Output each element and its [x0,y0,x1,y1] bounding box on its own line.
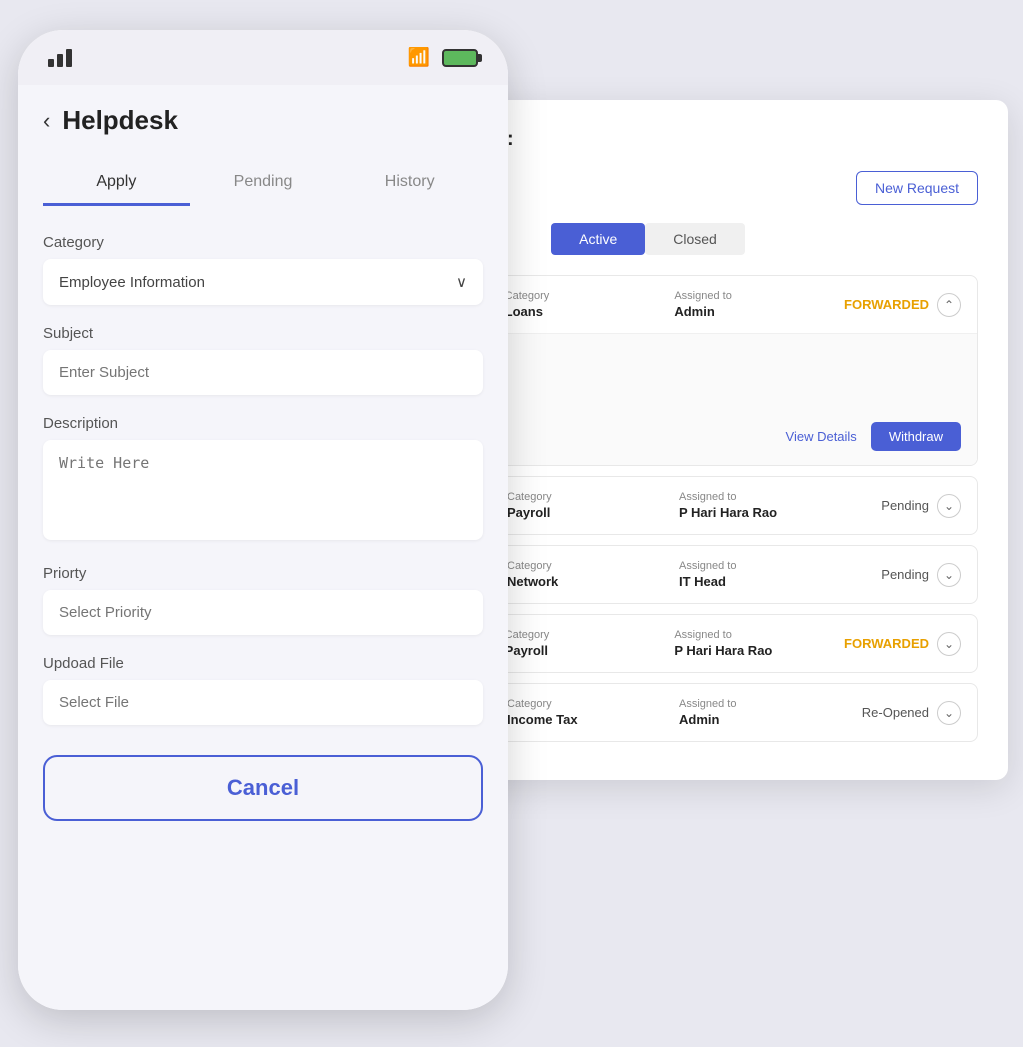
withdraw-button-155[interactable]: Withdraw [871,422,961,451]
tabs-container: Apply Pending History [43,161,483,206]
ticket-assigned-col-151: Assigned to Admin [679,698,841,727]
upload-label: Updoad File [43,655,483,672]
wifi-icon: 📶 [408,47,430,68]
expand-icon-152[interactable]: ⌄ [937,632,961,656]
tab-pending[interactable]: Pending [190,161,337,206]
page-title: Helpdesk [62,105,178,136]
ticket-category-col-153: Category Network [507,560,669,589]
view-details-link-155[interactable]: View Details [786,429,857,444]
status-badge-151: Re-Opened [862,705,929,720]
status-badge-153: Pending [881,567,929,582]
ticket-assigned-col-152: Assigned to P Hari Hara Rao [674,629,834,658]
tab-history[interactable]: History [336,161,483,206]
category-label: Category [43,234,483,251]
category-select[interactable]: Employee Information ∨ [43,259,483,305]
tab-apply[interactable]: Apply [43,161,190,206]
ticket-category-col-155: Category Loans [505,290,665,319]
expand-icon-154[interactable]: ⌄ [937,494,961,518]
phone-frame: 📶 ‹ Helpdesk Apply Pending History Categ… [18,30,508,1010]
toggle-closed-button[interactable]: Closed [645,223,745,255]
file-input[interactable] [43,680,483,725]
subject-section: Subject [43,325,483,395]
expand-icon-155[interactable]: ⌃ [937,293,961,317]
description-label: Description [43,415,483,432]
signal-icon [48,49,72,67]
category-section: Category Employee Information ∨ [43,234,483,305]
chevron-down-icon: ∨ [456,273,467,291]
expand-icon-151[interactable]: ⌄ [937,701,961,725]
ticket-assigned-col-155: Assigned to Admin [674,290,834,319]
ticket-category-col-154: Category Payroll [507,491,669,520]
ticket-category-col-152: Category Payroll [505,629,665,658]
priority-section: Priorty [43,565,483,635]
back-arrow-icon[interactable]: ‹ [43,108,50,134]
description-section: Description [43,415,483,545]
subject-input[interactable] [43,350,483,395]
status-badge-152: FORWARDED [844,636,929,651]
toggle-active-button[interactable]: Active [551,223,645,255]
new-request-button[interactable]: New Request [856,171,978,205]
cancel-button[interactable]: Cancel [43,755,483,821]
subject-label: Subject [43,325,483,342]
expand-icon-153[interactable]: ⌄ [937,563,961,587]
status-bar: 📶 [18,30,508,85]
upload-section: Updoad File [43,655,483,725]
description-input[interactable] [43,440,483,540]
priority-input[interactable] [43,590,483,635]
ticket-assigned-col-154: Assigned to P Hari Hara Rao [679,491,841,520]
ticket-assigned-col-153: Assigned to IT Head [679,560,841,589]
status-badge-155: FORWARDED [844,297,929,312]
status-badge-154: Pending [881,498,929,513]
ticket-category-col-151: Category Income Tax [507,698,669,727]
priority-label: Priorty [43,565,483,582]
battery-icon [442,49,478,67]
